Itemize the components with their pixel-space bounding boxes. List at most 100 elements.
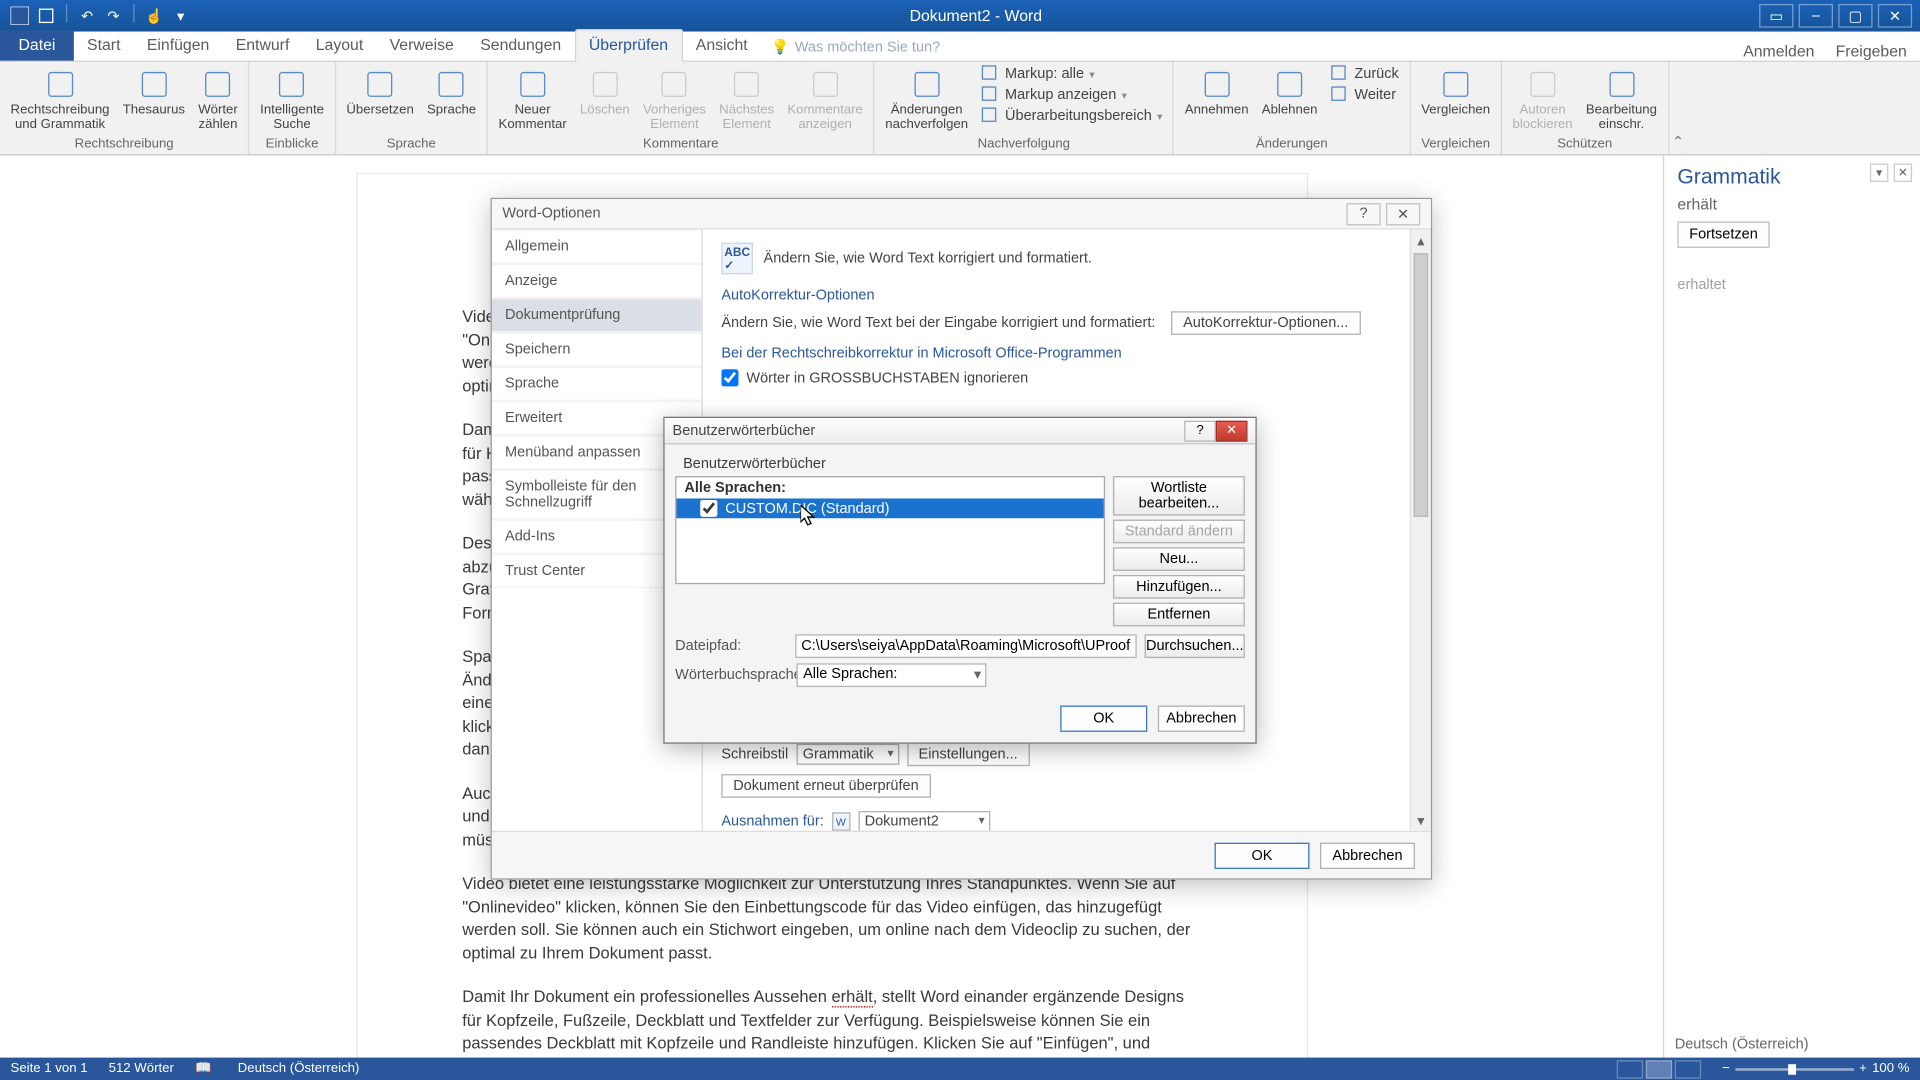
tab-sendungen[interactable]: Sendungen xyxy=(467,30,574,60)
view-web-icon[interactable] xyxy=(1675,1060,1701,1078)
share-button[interactable]: Freigeben xyxy=(1836,42,1907,60)
ribbon-group: VergleichenVergleichen xyxy=(1411,62,1502,154)
help-icon[interactable]: ? xyxy=(1346,202,1380,224)
options-nav-item[interactable]: Dokumentprüfung xyxy=(492,298,702,332)
scrollbar[interactable]: ▴ ▾ xyxy=(1410,229,1431,830)
zoom-in-icon[interactable]: + xyxy=(1859,1062,1867,1077)
change-default-button[interactable]: Standard ändern xyxy=(1113,520,1245,544)
proof-icon[interactable]: 📖 xyxy=(195,1062,211,1077)
redo-icon[interactable]: ↷ xyxy=(102,4,126,28)
view-read-icon[interactable] xyxy=(1617,1060,1643,1078)
ribbon-col-item[interactable]: Markup: alle▾ xyxy=(981,65,1162,83)
touch-icon[interactable]: ☝ xyxy=(142,4,166,28)
grammar-suggestion[interactable]: erhaltet xyxy=(1677,277,1906,293)
ribbon-collapse-icon[interactable]: ⌃ xyxy=(1669,62,1687,154)
restore-icon[interactable]: ▢ xyxy=(1838,4,1872,28)
ok-button[interactable]: OK xyxy=(1215,842,1310,868)
autocorr-options-button[interactable]: AutoKorrektur-Optionen... xyxy=(1171,311,1360,335)
options-nav-item[interactable]: Speichern xyxy=(492,332,702,366)
scroll-down-icon[interactable]: ▾ xyxy=(1411,810,1431,831)
dictionary-list[interactable]: Alle Sprachen: CUSTOM.DIC (Standard) xyxy=(675,476,1105,584)
pane-close-icon[interactable]: ✕ xyxy=(1894,164,1912,182)
options-nav-item[interactable]: Sprache xyxy=(492,367,702,401)
dialog-titlebar[interactable]: Benutzerwörterbücher ? ✕ xyxy=(665,418,1256,444)
remove-button[interactable]: Entfernen xyxy=(1113,603,1245,627)
add-button[interactable]: Hinzufügen... xyxy=(1113,575,1245,599)
zoom-out-icon[interactable]: − xyxy=(1722,1062,1730,1077)
ribbon-button[interactable]: Wörterzählen xyxy=(193,65,243,135)
dict-item-checkbox[interactable] xyxy=(700,500,717,517)
tab-verweise[interactable]: Verweise xyxy=(376,30,467,60)
zoom-slider[interactable] xyxy=(1735,1067,1854,1070)
close-icon[interactable]: ✕ xyxy=(1386,202,1420,224)
ribbon-col-item[interactable]: Weiter xyxy=(1331,86,1399,104)
ribbon-button[interactable]: Vergleichen xyxy=(1416,65,1495,120)
ribbon-button[interactable]: Rechtschreibungund Grammatik xyxy=(5,65,115,135)
undo-icon[interactable]: ↶ xyxy=(75,4,99,28)
close-icon[interactable]: ✕ xyxy=(1216,420,1248,441)
ribbon-options-icon[interactable]: ▭ xyxy=(1759,4,1793,28)
checkbox-caps[interactable] xyxy=(721,369,738,386)
ribbon-col-item[interactable]: Überarbeitungsbereich ▾ xyxy=(981,107,1162,125)
ribbon-button[interactable]: Autorenblockieren xyxy=(1507,65,1578,135)
dict-lang-select[interactable]: Alle Sprachen: xyxy=(796,663,986,687)
edit-wordlist-button[interactable]: Wortliste bearbeiten... xyxy=(1113,476,1245,516)
ribbon-button[interactable]: NächstesElement xyxy=(714,65,780,135)
qat-custom-icon[interactable]: ▾ xyxy=(169,4,193,28)
ribbon-button[interactable]: Übersetzen xyxy=(341,65,419,120)
word-count[interactable]: 512 Wörter xyxy=(109,1062,174,1077)
ribbon-button[interactable]: Löschen xyxy=(575,65,635,120)
ribbon-button[interactable]: Sprache xyxy=(422,65,482,120)
tab-ueberpruefen[interactable]: Überprüfen xyxy=(574,29,682,62)
cancel-button[interactable]: Abbrechen xyxy=(1320,842,1415,868)
view-print-icon[interactable] xyxy=(1646,1060,1672,1078)
ok-button[interactable]: OK xyxy=(1060,706,1147,732)
dict-item[interactable]: CUSTOM.DIC (Standard) xyxy=(676,498,1103,518)
signin-link[interactable]: Anmelden xyxy=(1743,42,1814,60)
tab-einfuegen[interactable]: Einfügen xyxy=(134,30,223,60)
new-button[interactable]: Neu... xyxy=(1113,547,1245,571)
ribbon-button-label: Wörterzählen xyxy=(198,103,238,132)
options-nav-item[interactable]: Allgemein xyxy=(492,229,702,263)
ribbon-button[interactable]: Thesaurus xyxy=(117,65,190,120)
ribbon-button[interactable]: NeuerKommentar xyxy=(493,65,572,135)
tab-entwurf[interactable]: Entwurf xyxy=(223,30,303,60)
ribbon-col-item[interactable]: Zurück xyxy=(1331,65,1399,83)
ribbon-col-item[interactable]: Markup anzeigen ▾ xyxy=(981,86,1162,104)
tab-ansicht[interactable]: Ansicht xyxy=(683,30,761,60)
help-icon[interactable]: ? xyxy=(1184,420,1216,441)
grammar-resume-button[interactable]: Fortsetzen xyxy=(1677,222,1769,248)
scrollbar-thumb[interactable] xyxy=(1414,253,1429,517)
minimize-icon[interactable]: – xyxy=(1799,4,1833,28)
exceptions-select[interactable]: Dokument2 xyxy=(858,811,990,831)
language-indicator[interactable]: Deutsch (Österreich) xyxy=(238,1062,360,1077)
ribbon-group: AnnehmenAblehnenZurückWeiterÄnderungen xyxy=(1174,62,1410,154)
ribbon-button[interactable]: Änderungennachverfolgen xyxy=(880,65,973,135)
browse-button[interactable]: Durchsuchen... xyxy=(1145,634,1245,658)
ribbon-group-label: Kommentare xyxy=(493,136,868,154)
page-indicator[interactable]: Seite 1 von 1 xyxy=(11,1062,88,1077)
writing-style-select[interactable]: Grammatik xyxy=(796,744,899,765)
pane-options-icon[interactable]: ▾ xyxy=(1870,164,1888,182)
ribbon-button[interactable]: Ablehnen xyxy=(1256,65,1322,120)
ribbon-button[interactable]: Annehmen xyxy=(1180,65,1254,120)
grammar-error[interactable]: erhält xyxy=(831,988,872,1008)
zoom-value[interactable]: 100 % xyxy=(1872,1062,1909,1077)
tab-start[interactable]: Start xyxy=(74,30,134,60)
cancel-button[interactable]: Abbrechen xyxy=(1158,706,1245,732)
recheck-button[interactable]: Dokument erneut überprüfen xyxy=(721,774,930,798)
dialog-titlebar[interactable]: Word-Optionen ? ✕ xyxy=(492,199,1431,228)
close-icon[interactable]: ✕ xyxy=(1878,4,1912,28)
tellme[interactable]: 💡Was möchten Sie tun? xyxy=(761,33,951,61)
tab-layout[interactable]: Layout xyxy=(303,30,377,60)
ribbon-button[interactable]: IntelligenteSuche xyxy=(255,65,329,135)
options-nav-item[interactable]: Anzeige xyxy=(492,264,702,298)
save-icon[interactable] xyxy=(34,4,58,28)
settings-button[interactable]: Einstellungen... xyxy=(907,742,1030,766)
ribbon-button[interactable]: VorherigesElement xyxy=(638,65,712,135)
ribbon-group: Änderungennachverfolgen Markup: alle▾ Mark… xyxy=(875,62,1175,154)
ribbon-button[interactable]: Kommentareanzeigen xyxy=(782,65,868,135)
scroll-up-icon[interactable]: ▴ xyxy=(1411,229,1431,250)
ribbon-button[interactable]: Bearbeitungeinschr. xyxy=(1581,65,1663,135)
file-tab[interactable]: Datei xyxy=(0,30,74,60)
